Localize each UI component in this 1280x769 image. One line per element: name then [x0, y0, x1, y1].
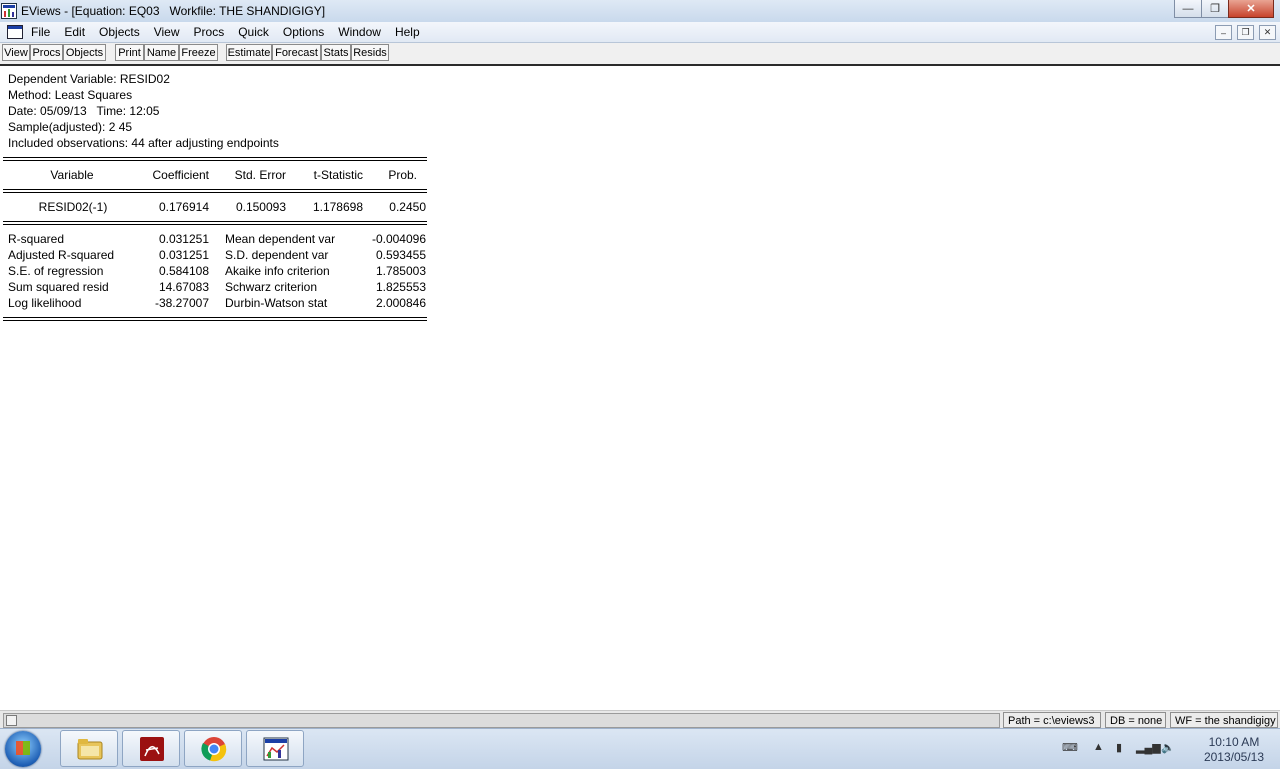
child-minimize-button[interactable]: –: [1215, 25, 1232, 40]
dependent-variable-line: Dependent Variable: RESID02: [8, 72, 170, 86]
child-restore-button[interactable]: ❐: [1237, 25, 1254, 40]
coef-variable: RESID02(-1): [38, 200, 108, 214]
folder-icon: [77, 739, 103, 760]
estimate-button[interactable]: Estimate: [226, 44, 272, 61]
volume-icon[interactable]: 🔈: [1161, 741, 1175, 754]
acrobat-icon: [140, 737, 164, 761]
column-header-prob: Prob.: [388, 168, 417, 182]
resids-button[interactable]: Resids: [351, 44, 389, 61]
view-button[interactable]: View: [2, 44, 30, 61]
stat-label: Schwarz criterion: [225, 280, 318, 294]
clock[interactable]: 10:10 AM 2013/05/13: [1204, 735, 1264, 765]
network-icon[interactable]: ▂▄▆: [1136, 741, 1161, 754]
start-button[interactable]: [5, 731, 41, 767]
menu-quick[interactable]: Quick: [238, 25, 269, 39]
name-button[interactable]: Name: [144, 44, 179, 61]
menu-objects[interactable]: Objects: [99, 25, 140, 39]
taskbar-explorer[interactable]: [60, 730, 118, 767]
window-title: EViews - [Equation: EQ03 Workfile: THE S…: [21, 4, 326, 18]
stat-value: 0.593455: [375, 248, 426, 262]
table-rule: [3, 221, 427, 222]
stat-value: 0.031251: [158, 248, 209, 262]
method-line: Method: Least Squares: [8, 88, 133, 102]
stat-label: S.E. of regression: [8, 264, 104, 278]
stat-value: 2.000846: [375, 296, 426, 310]
taskbar: ⌨ ▲ ▮ ▂▄▆ 🔈 10:10 AM 2013/05/13: [0, 728, 1280, 769]
coef-prob: 0.2450: [389, 200, 426, 214]
taskbar-eviews[interactable]: [246, 730, 304, 767]
status-wf: WF = the shandigigy: [1170, 712, 1278, 728]
battery-icon[interactable]: ▮: [1116, 741, 1122, 754]
stat-label: Akaike info criterion: [225, 264, 330, 278]
stat-value: 1.785003: [375, 264, 426, 278]
freeze-button[interactable]: Freeze: [179, 44, 218, 61]
taskbar-chrome[interactable]: [184, 730, 242, 767]
clock-time: 10:10 AM: [1208, 735, 1260, 749]
objects-button[interactable]: Objects: [63, 44, 106, 61]
table-rule: [3, 189, 427, 190]
eviews-app-icon[interactable]: [1, 3, 17, 19]
forecast-button[interactable]: Forecast: [272, 44, 321, 61]
menu-file[interactable]: File: [31, 25, 50, 39]
coef-std-error: 0.150093: [235, 200, 286, 214]
status-bar: Path = c:\eviews3 DB = none WF = the sha…: [0, 710, 1280, 729]
stat-label: Sum squared resid: [8, 280, 109, 294]
stat-label: Mean dependent var: [225, 232, 336, 246]
table-rule: [3, 157, 427, 158]
stat-value: 0.584108: [158, 264, 209, 278]
keyboard-icon[interactable]: ⌨: [1062, 741, 1078, 754]
table-rule: [3, 192, 427, 193]
chrome-icon: [201, 737, 227, 762]
column-header-coefficient: Coefficient: [152, 168, 209, 182]
stat-value: 1.825553: [375, 280, 426, 294]
clock-date: 2013/05/13: [1203, 750, 1264, 764]
menu-bar: File Edit Objects View Procs Quick Optio…: [0, 22, 1280, 43]
menu-window[interactable]: Window: [338, 25, 381, 39]
date-line: Date: 05/09/13 Time: 12:05: [8, 104, 160, 118]
stats-button[interactable]: Stats: [321, 44, 351, 61]
child-close-button[interactable]: ✕: [1259, 25, 1276, 40]
maximize-button[interactable]: ❐: [1201, 0, 1229, 18]
menu-help[interactable]: Help: [395, 25, 420, 39]
table-rule: [3, 317, 427, 318]
window-controls: — ❐ ✕: [1174, 0, 1274, 18]
eviews-icon: [263, 737, 289, 761]
menu-view[interactable]: View: [154, 25, 180, 39]
stat-value: 0.031251: [158, 232, 209, 246]
stat-value: -38.27007: [154, 296, 209, 310]
stat-value: 14.67083: [158, 280, 209, 294]
status-db: DB = none: [1105, 712, 1166, 728]
stat-label: Log likelihood: [8, 296, 82, 310]
print-button[interactable]: Print: [115, 44, 144, 61]
menu-edit[interactable]: Edit: [64, 25, 85, 39]
procs-button[interactable]: Procs: [30, 44, 63, 61]
column-header-std-error: Std. Error: [234, 168, 286, 182]
title-bar: EViews - [Equation: EQ03 Workfile: THE S…: [0, 0, 1280, 23]
status-path: Path = c:\eviews3: [1003, 712, 1101, 728]
menu-procs[interactable]: Procs: [194, 25, 225, 39]
minimize-button[interactable]: —: [1174, 0, 1202, 18]
document-icon[interactable]: [7, 25, 23, 39]
close-button[interactable]: ✕: [1228, 0, 1274, 18]
command-input[interactable]: [3, 713, 1000, 728]
observations-line: Included observations: 44 after adjustin…: [8, 136, 279, 150]
table-rule: [3, 320, 427, 321]
equation-toolbar: View Procs Objects Print Name Freeze Est…: [0, 43, 1280, 66]
stat-value: -0.004096: [371, 232, 426, 246]
stat-label: R-squared: [8, 232, 65, 246]
stat-label: Durbin-Watson stat: [225, 296, 328, 310]
table-rule: [3, 224, 427, 225]
taskbar-acrobat[interactable]: [122, 730, 180, 767]
show-hidden-icons[interactable]: ▲: [1093, 741, 1104, 753]
menu-options[interactable]: Options: [283, 25, 324, 39]
stat-label: S.D. dependent var: [225, 248, 329, 262]
coef-value: 0.176914: [158, 200, 209, 214]
stat-label: Adjusted R-squared: [8, 248, 115, 262]
table-rule: [3, 160, 427, 161]
sample-line: Sample(adjusted): 2 45: [8, 120, 133, 134]
column-header-variable: Variable: [50, 168, 94, 182]
